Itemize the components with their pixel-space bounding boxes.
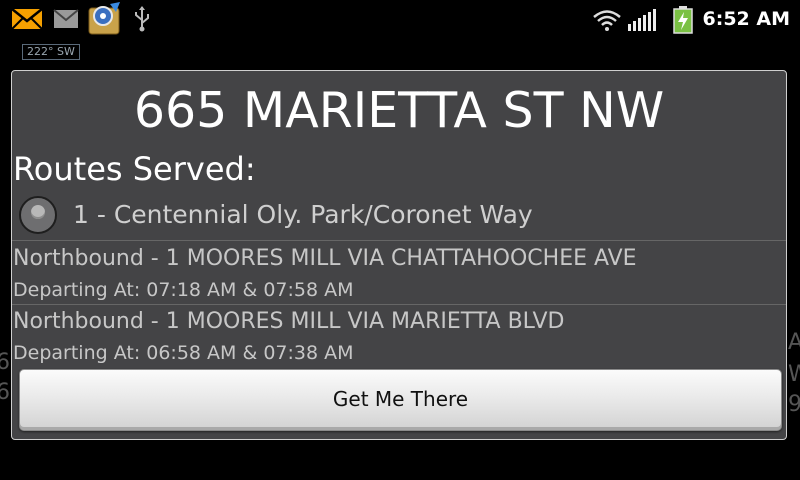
background-fragment: W	[788, 362, 800, 387]
wifi-icon	[592, 8, 622, 36]
background-fragment: 9	[788, 392, 800, 417]
divider	[12, 304, 786, 305]
background-fragment: A	[788, 330, 800, 355]
app-icon	[86, 0, 124, 40]
collapse-icon[interactable]	[19, 196, 57, 234]
usb-icon	[133, 6, 151, 36]
trip-departing: Departing At: 07:18 AM & 07:58 AM	[13, 279, 354, 301]
email-icon	[53, 9, 79, 33]
stop-details-dialog: 665 MARIETTA ST NW Routes Served: 1 - Ce…	[11, 70, 787, 440]
get-me-there-button[interactable]: Get Me There	[19, 369, 782, 431]
stop-title: 665 MARIETTA ST NW	[133, 82, 665, 139]
mail-icon	[11, 7, 43, 35]
battery-icon	[673, 6, 693, 38]
route-row[interactable]: 1 - Centennial Oly. Park/Coronet Way	[12, 195, 786, 239]
status-bar: 6:52 AM	[0, 0, 800, 38]
divider	[12, 240, 786, 241]
background-fragment: 6	[0, 380, 10, 405]
compass-heading: 222° SW	[22, 44, 80, 60]
trip-direction[interactable]: Northbound - 1 MOORES MILL VIA CHATTAHOO…	[13, 245, 637, 273]
clock: 6:52 AM	[702, 8, 791, 30]
trip-departing: Departing At: 06:58 AM & 07:38 AM	[13, 342, 354, 364]
signal-icon	[627, 8, 663, 36]
route-label: 1 - Centennial Oly. Park/Coronet Way	[73, 200, 533, 229]
trip-direction[interactable]: Northbound - 1 MOORES MILL VIA MARIETTA …	[13, 308, 565, 336]
background-fragment: 6	[0, 350, 10, 375]
routes-heading: Routes Served:	[13, 150, 256, 188]
